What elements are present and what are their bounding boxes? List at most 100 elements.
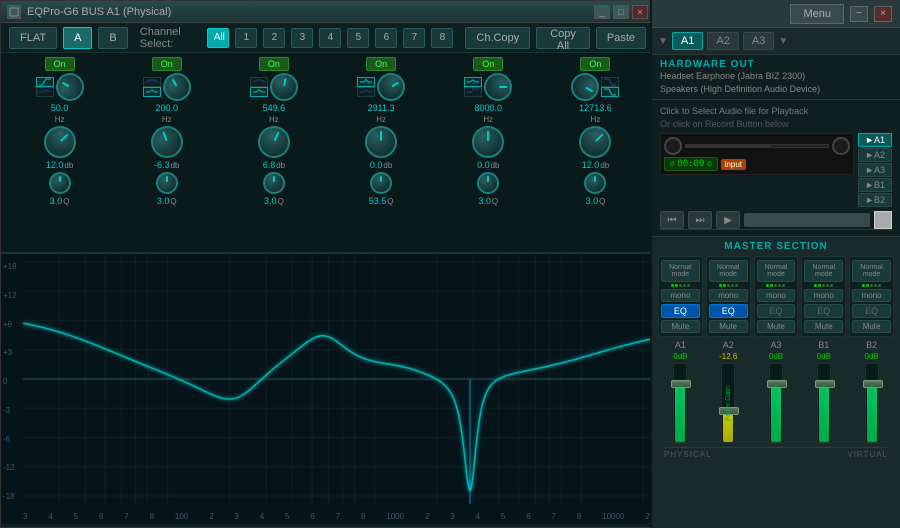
ch-a1-mono[interactable]: mono (661, 289, 700, 302)
band-1-shape-2[interactable] (36, 87, 54, 97)
ch-a1-mode[interactable]: Normalmode (661, 260, 700, 282)
output-tab-b1[interactable]: ►B1 (858, 178, 892, 192)
band-4-db-knob[interactable] (365, 126, 397, 158)
output-tab-a1[interactable]: ►A1 (858, 133, 892, 147)
close-button[interactable]: × (632, 5, 648, 19)
ch-a2-mute[interactable]: Mute (709, 320, 748, 333)
band-6-shape-1[interactable] (601, 77, 619, 87)
band-5-on[interactable]: On (473, 57, 503, 71)
band-1-q-knob[interactable] (49, 172, 71, 194)
band-3-shape-1[interactable] (250, 77, 268, 87)
fader-a2-track[interactable]: Fader Gain (721, 363, 735, 443)
paste-button[interactable]: Paste (596, 27, 646, 49)
fader-a3-track[interactable]: Fader Gain (769, 363, 783, 443)
fader-a2-handle[interactable] (719, 407, 739, 415)
eq-graph[interactable]: +18 +12 +6 +3 0 -3 -6 -12 -18 3 4 5 6 7 … (1, 253, 654, 523)
band-2-q-knob[interactable] (156, 172, 178, 194)
fader-a1-track[interactable]: Fader Gain (673, 363, 687, 443)
ch-a3-mono[interactable]: mono (757, 289, 796, 302)
hw-tab-a2[interactable]: A2 (707, 32, 738, 50)
band-1-on[interactable]: On (45, 57, 75, 71)
channel-2-button[interactable]: 2 (263, 28, 285, 48)
ch-b2-mono[interactable]: mono (852, 289, 891, 302)
ch-b1-eq[interactable]: EQ (804, 304, 843, 318)
band-3-shape-2[interactable] (250, 87, 268, 97)
ch-b1-mute[interactable]: Mute (804, 320, 843, 333)
band-6-shape-2[interactable] (601, 87, 619, 97)
channel-4-button[interactable]: 4 (319, 28, 341, 48)
band-4-on[interactable]: On (366, 57, 396, 71)
ch-b2-mode[interactable]: Normalmode (852, 260, 891, 282)
hw-tab-next[interactable]: ▼ (778, 36, 788, 47)
transport-forward[interactable]: ⏭ (688, 211, 712, 229)
transport-rewind[interactable]: ⏮ (660, 211, 684, 229)
band-5-q-knob[interactable] (477, 172, 499, 194)
fader-a3-handle[interactable] (767, 380, 787, 388)
channel-8-button[interactable]: 8 (431, 28, 453, 48)
channel-1-button[interactable]: 1 (235, 28, 257, 48)
output-tab-b2[interactable]: ►B2 (858, 193, 892, 207)
transport-stop[interactable] (874, 211, 892, 229)
menu-button[interactable]: Menu (790, 4, 844, 24)
band-5-db-knob[interactable] (472, 126, 504, 158)
band-4-q-knob[interactable] (370, 172, 392, 194)
band-2-shape-1[interactable] (143, 77, 161, 87)
band-5-shape-2[interactable] (464, 87, 482, 97)
fader-b1-handle[interactable] (815, 380, 835, 388)
band-3-q-knob[interactable] (263, 172, 285, 194)
minimize-button[interactable]: _ (594, 5, 610, 19)
channel-6-button[interactable]: 6 (375, 28, 397, 48)
band-5-shape-1[interactable] (464, 77, 482, 87)
hw-tab-a1[interactable]: A1 (672, 32, 703, 50)
ch-b1-mode[interactable]: Normalmode (804, 260, 843, 282)
fader-b1-track[interactable]: Fader Gain (817, 363, 831, 443)
ch-b1-mono[interactable]: mono (804, 289, 843, 302)
ch-b2-mute[interactable]: Mute (852, 320, 891, 333)
band-6-on[interactable]: On (580, 57, 610, 71)
maximize-button[interactable]: □ (613, 5, 629, 19)
band-4-shape-2[interactable] (357, 87, 375, 97)
fader-a1-handle[interactable] (671, 380, 691, 388)
output-tab-a2[interactable]: ►A2 (858, 148, 892, 162)
band-1-freq-knob[interactable] (50, 68, 88, 106)
ch-a2-mode[interactable]: Normalmode (709, 260, 748, 282)
transport-progress[interactable] (744, 213, 870, 227)
channel-all-button[interactable]: All (207, 28, 230, 48)
flat-button[interactable]: FLAT (9, 27, 57, 49)
band-5-freq-knob[interactable] (484, 73, 512, 101)
ch-a1-eq[interactable]: EQ (661, 304, 700, 318)
ch-a3-eq[interactable]: EQ (757, 304, 796, 318)
ch-a2-eq[interactable]: EQ (709, 304, 748, 318)
band-3-db-knob[interactable] (253, 121, 296, 164)
hw-tab-prev[interactable]: ▼ (658, 36, 668, 47)
fader-b2-handle[interactable] (863, 380, 883, 388)
band-1-shape-1[interactable] (36, 77, 54, 87)
preset-a-button[interactable]: A (63, 27, 92, 49)
band-2-shape-2[interactable] (143, 87, 161, 97)
transport-play[interactable]: ▶ (716, 211, 740, 229)
preset-b-button[interactable]: B (98, 27, 127, 49)
band-2-freq-knob[interactable] (158, 68, 196, 106)
ch-copy-button[interactable]: Ch.Copy (465, 27, 530, 49)
channel-3-button[interactable]: 3 (291, 28, 313, 48)
ch-a3-mute[interactable]: Mute (757, 320, 796, 333)
band-2-on[interactable]: On (152, 57, 182, 71)
band-3-on[interactable]: On (259, 57, 289, 71)
output-tab-a3[interactable]: ►A3 (858, 163, 892, 177)
ch-b2-eq[interactable]: EQ (852, 304, 891, 318)
channel-7-button[interactable]: 7 (403, 28, 425, 48)
ch-a3-mode[interactable]: Normalmode (757, 260, 796, 282)
copy-all-button[interactable]: Copy All (536, 27, 590, 49)
hw-tab-a3[interactable]: A3 (743, 32, 774, 50)
channel-5-button[interactable]: 5 (347, 28, 369, 48)
ch-a2-mono[interactable]: mono (709, 289, 748, 302)
band-6-freq-knob[interactable] (566, 68, 604, 106)
band-6-db-knob[interactable] (573, 119, 618, 164)
band-6-q-knob[interactable] (584, 172, 606, 194)
band-4-freq-knob[interactable] (372, 68, 410, 106)
band-1-db-knob[interactable] (37, 119, 82, 164)
band-3-freq-knob[interactable] (268, 71, 300, 103)
right-panel-close[interactable]: × (874, 6, 892, 22)
right-panel-minimize[interactable]: − (850, 6, 868, 22)
band-2-db-knob[interactable] (146, 121, 187, 162)
